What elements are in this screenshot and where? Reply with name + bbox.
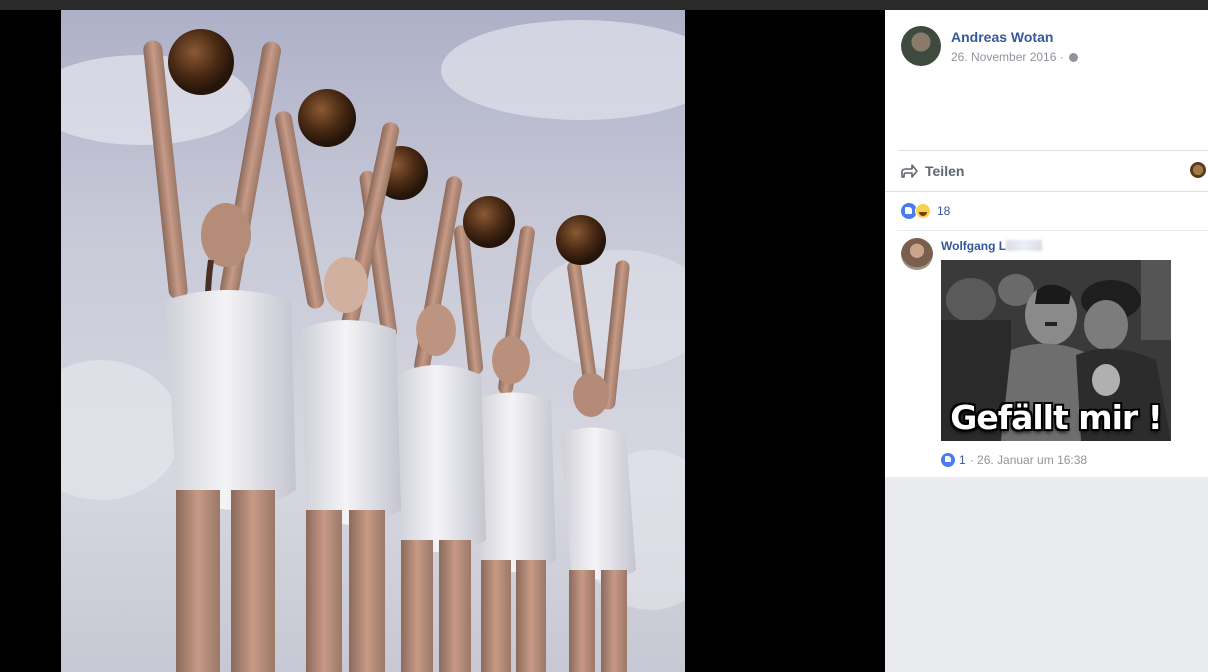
facebook-photo-viewer: Andreas Wotan 26. November 2016 · Teilen… (0, 0, 1208, 672)
globe-icon[interactable] (1069, 53, 1079, 62)
author-avatar[interactable] (901, 26, 941, 66)
post-meta: 26. November 2016 · (951, 50, 1079, 64)
divider (897, 230, 1208, 231)
share-button[interactable]: Teilen (899, 160, 964, 182)
share-label: Teilen (925, 163, 965, 179)
like-icon (941, 453, 955, 467)
photo-graphic (61, 20, 685, 672)
browser-top-strip (0, 0, 1208, 10)
blurred-name-block (1006, 240, 1043, 251)
comment-footer: 1 · 26. Januar um 16:38 (941, 453, 1087, 467)
divider (898, 150, 1208, 151)
post-author-name[interactable]: Andreas Wotan (951, 29, 1053, 45)
post-sidebar: Andreas Wotan 26. November 2016 · Teilen… (885, 10, 1208, 672)
comment-gif[interactable]: Gefällt mir ! (941, 260, 1171, 441)
gif-caption: Gefällt mir ! (950, 398, 1163, 437)
reactor-avatar[interactable] (1190, 162, 1206, 178)
post-photo[interactable] (61, 10, 685, 672)
comment-author-name[interactable]: Wolfgang L (941, 239, 1043, 253)
comment-avatar[interactable] (901, 238, 933, 270)
reactions-summary[interactable]: 18 (901, 203, 950, 219)
comment-like-count[interactable]: 1 (959, 453, 966, 467)
comment-timestamp[interactable]: · 26. Januar um 16:38 (970, 453, 1087, 467)
reaction-count[interactable]: 18 (937, 204, 950, 218)
comment-author-visible-name: Wolfgang L (941, 239, 1007, 253)
divider (885, 191, 1208, 192)
share-arrow-icon (901, 164, 918, 178)
post-date[interactable]: 26. November 2016 · (951, 50, 1064, 64)
haha-icon (915, 203, 931, 219)
post-card: Andreas Wotan 26. November 2016 · Teilen… (885, 10, 1208, 477)
